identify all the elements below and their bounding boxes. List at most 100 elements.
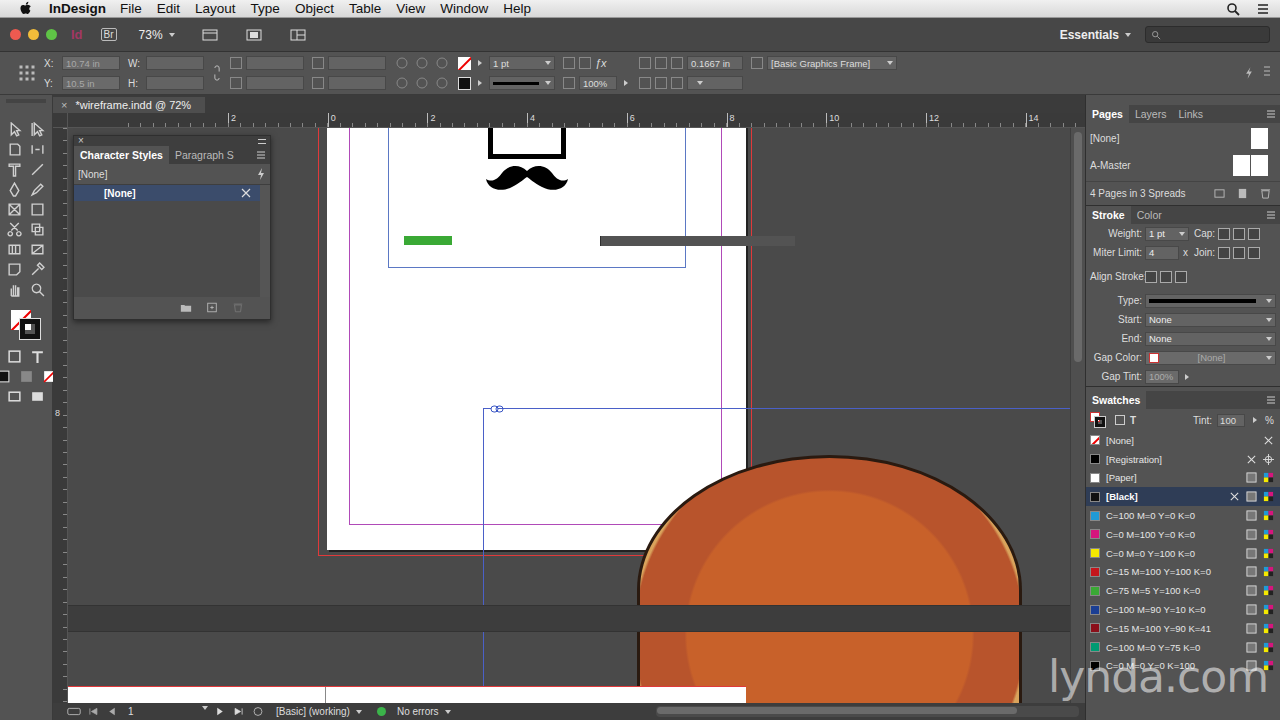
workspace-switcher[interactable]: Essentials [1060, 28, 1131, 42]
panel-tab[interactable]: Stroke [1086, 206, 1131, 224]
menu-item[interactable]: File [120, 1, 142, 16]
menu-item[interactable]: View [396, 1, 425, 16]
new-group-icon[interactable] [180, 302, 192, 313]
vertical-ruler[interactable]: 8 [53, 128, 68, 703]
stroke-type-field[interactable] [489, 76, 555, 90]
hand-tool-icon[interactable] [7, 282, 22, 297]
corner-size-field[interactable]: 0.1667 in [687, 56, 743, 70]
rect-tool-icon[interactable] [30, 202, 45, 217]
join-option[interactable] [1218, 247, 1230, 259]
panel-menu-icon[interactable] [1262, 63, 1272, 83]
previous-page-icon[interactable] [105, 706, 119, 717]
arrow2-tool-icon[interactable] [30, 122, 45, 137]
eyedrop-tool-icon[interactable] [30, 262, 45, 277]
transform-icon[interactable] [394, 55, 410, 71]
screen-mode-icon[interactable] [7, 389, 22, 404]
reference-point-icon[interactable] [18, 64, 36, 82]
pen-tool-icon[interactable] [7, 182, 22, 197]
object-style-dropdown[interactable]: [Basic Graphics Frame] [767, 56, 897, 70]
swatch-row[interactable]: C=75 M=5 Y=100 K=0 [1086, 581, 1280, 600]
start-dropdown[interactable]: None [1145, 313, 1276, 327]
arrange-documents-icon[interactable] [289, 28, 309, 42]
swatch-row[interactable]: C=15 M=100 Y=100 K=0 [1086, 563, 1280, 582]
delete-style-icon[interactable] [232, 302, 244, 313]
opacity-field[interactable]: 100% [579, 76, 617, 90]
swatch-row[interactable]: C=100 M=0 Y=75 K=0 [1086, 638, 1280, 657]
rectframe-tool-icon[interactable] [7, 202, 22, 217]
preflight-status[interactable]: No errors [397, 706, 451, 717]
nav-placeholder[interactable] [404, 236, 452, 245]
preview-mode-icon[interactable] [30, 389, 45, 404]
page-number-field[interactable]: 1 [124, 706, 208, 717]
zoom-button[interactable] [46, 29, 57, 40]
header-frame[interactable] [388, 128, 686, 268]
document-tab[interactable]: × *wireframe.indd @ 72% [53, 97, 205, 113]
zoom-tool-icon[interactable] [30, 282, 45, 297]
horizontal-scrollbar[interactable] [656, 706, 1079, 717]
gradient-tool-icon[interactable] [7, 242, 22, 257]
panel-tab[interactable]: Color [1131, 206, 1168, 224]
next-spread[interactable] [68, 686, 746, 703]
page-thumbnail[interactable] [1251, 155, 1268, 176]
align-stroke-option[interactable] [1175, 271, 1187, 283]
y-field[interactable]: 10.5 in [62, 76, 120, 90]
swatch-row[interactable]: C=0 M=100 Y=0 K=0 [1086, 525, 1280, 544]
mustache-icon[interactable] [484, 163, 570, 193]
transform-icon[interactable] [434, 55, 450, 71]
transform-icon[interactable] [434, 75, 450, 91]
swatch-row[interactable]: C=100 M=0 Y=0 K=0 [1086, 506, 1280, 525]
scissors-tool-icon[interactable] [7, 222, 22, 237]
width-field[interactable] [146, 56, 204, 70]
minimize-button[interactable] [28, 29, 39, 40]
panel-menu-icon[interactable] [1266, 109, 1276, 119]
pencil-tool-icon[interactable] [30, 182, 45, 197]
x-field[interactable]: 10.74 in [62, 56, 120, 70]
gap-color-dropdown[interactable]: [None] [1145, 351, 1276, 365]
new-page-icon[interactable] [1236, 188, 1249, 199]
gap-tint-field[interactable]: 100% [1145, 370, 1179, 384]
transform-tool-icon[interactable] [30, 222, 45, 237]
page-thumbnail[interactable] [1233, 155, 1250, 176]
text-tool-icon[interactable] [7, 162, 22, 177]
panel-menu-icon[interactable] [1266, 395, 1276, 405]
join-option[interactable] [1233, 247, 1245, 259]
fill-swatch[interactable] [458, 57, 471, 70]
close-panel-button[interactable]: × [78, 136, 84, 146]
stroke-swatch[interactable] [458, 77, 471, 90]
panel-tab[interactable]: Links [1172, 105, 1209, 123]
collapse-panel-button[interactable] [258, 139, 266, 144]
panel-menu-icon[interactable] [1266, 210, 1276, 220]
feather-tool-icon[interactable] [30, 242, 45, 257]
cap-option[interactable] [1248, 228, 1260, 240]
app-menu[interactable]: InDesign [49, 1, 106, 16]
fill-stroke-proxy[interactable] [9, 308, 43, 342]
align-stroke-option[interactable] [1145, 271, 1157, 283]
join-option[interactable] [1248, 247, 1260, 259]
new-style-icon[interactable] [206, 302, 218, 313]
fx-icon[interactable]: ƒx [595, 57, 607, 69]
scale-x-field[interactable] [246, 56, 304, 70]
view-toggle-icon[interactable] [67, 706, 81, 717]
selected-frame[interactable] [483, 408, 1070, 703]
swatch-row[interactable]: C=15 M=100 Y=90 K=41 [1086, 619, 1280, 638]
stroke-weight-field[interactable]: 1 pt [489, 56, 555, 70]
screen-mode-icon[interactable] [245, 28, 265, 42]
ruler-origin[interactable] [53, 113, 68, 128]
stroke-type-dropdown[interactable] [1145, 294, 1276, 308]
menu-item[interactable]: Table [349, 1, 381, 16]
panel-tab[interactable]: Paragraph S [169, 146, 240, 164]
text-toggle[interactable]: T [1130, 415, 1136, 426]
stroke-weight-field[interactable]: 1 pt [1145, 227, 1189, 241]
delete-page-icon[interactable] [1259, 188, 1272, 199]
first-page-icon[interactable] [86, 706, 100, 717]
zoom-level-dropdown[interactable]: 73% [139, 28, 175, 42]
cap-option[interactable] [1233, 228, 1245, 240]
close-button[interactable] [10, 29, 21, 40]
panel-menu-icon[interactable] [256, 150, 266, 160]
fill-stroke-toggle[interactable] [1090, 412, 1106, 428]
quick-apply-icon[interactable] [256, 167, 266, 181]
cap-option[interactable] [1218, 228, 1230, 240]
end-dropdown[interactable]: None [1145, 332, 1276, 346]
view-options-icon[interactable] [201, 28, 221, 42]
panel-tab[interactable]: Layers [1129, 105, 1173, 123]
